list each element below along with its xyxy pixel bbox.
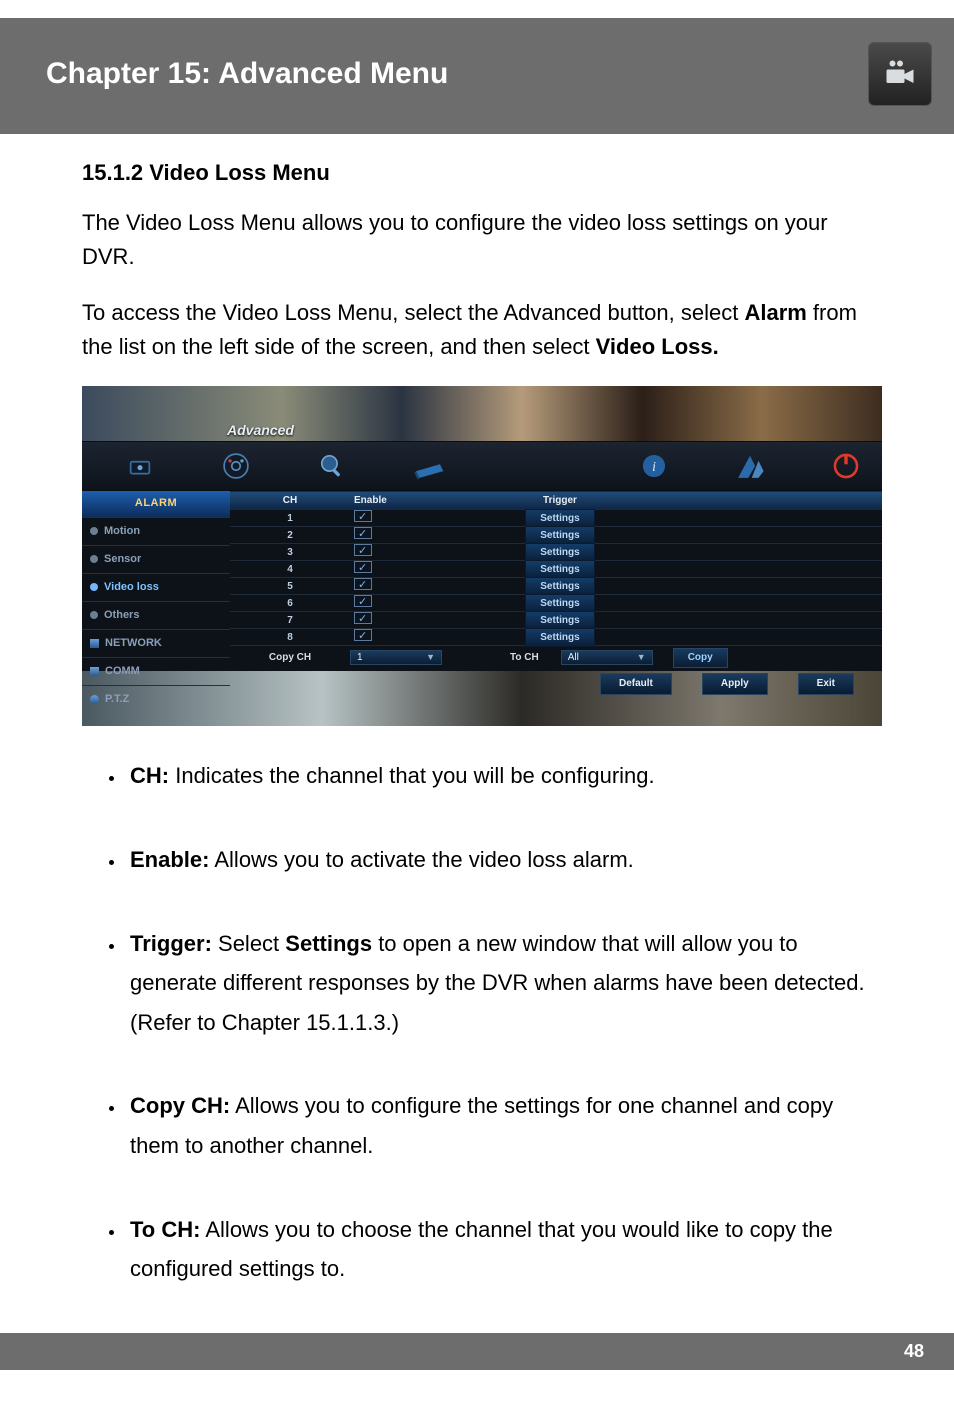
dvr-screenshot: Advanced i (82, 386, 882, 726)
table-row: 3 Settings (230, 543, 882, 560)
camera-icon (868, 42, 932, 106)
sidebar-item-motion[interactable]: Motion (82, 517, 230, 545)
copy-row: Copy CH 1 ▼ To CH All ▼ Copy (230, 645, 882, 667)
sidebar-item-label: Video loss (104, 579, 159, 596)
copy-ch-label: Copy CH (230, 650, 350, 666)
enable-checkbox[interactable] (354, 527, 372, 539)
copy-ch-value: 1 (357, 650, 363, 666)
cell-ch: 2 (230, 528, 350, 544)
power-tab-icon[interactable] (824, 447, 868, 485)
action-row: Default Apply Exit (230, 667, 882, 695)
term-inner: Settings (285, 931, 372, 956)
enable-checkbox[interactable] (354, 612, 372, 624)
svg-text:i: i (652, 460, 656, 475)
sidebar-item-label: COMM (105, 663, 140, 680)
table-row: 2 Settings (230, 526, 882, 543)
sidebar-heading: ALARM (82, 491, 230, 516)
trigger-settings-button[interactable]: Settings (525, 628, 594, 648)
cell-ch: 7 (230, 613, 350, 629)
alarm-tab-icon[interactable] (118, 447, 162, 485)
col-header-ch: CH (230, 493, 350, 509)
to-ch-value: All (568, 650, 579, 666)
hdd-tab-icon[interactable] (406, 447, 450, 485)
default-button[interactable]: Default (600, 673, 672, 695)
definition: Allows you to activate the video loss al… (209, 847, 633, 872)
photo-backdrop-top (82, 386, 882, 441)
definition: Allows you to choose the channel that yo… (130, 1217, 833, 1282)
table-row: 8 Settings (230, 628, 882, 645)
list-item: CH: Indicates the channel that you will … (126, 756, 882, 796)
chapter-title: Chapter 15: Advanced Menu (46, 57, 448, 91)
sidebar-item-ptz[interactable]: P.T.Z (82, 685, 230, 713)
term: Trigger: (130, 931, 212, 956)
exit-tab-icon[interactable] (728, 447, 772, 485)
definition: Allows you to configure the settings for… (130, 1093, 833, 1158)
list-item: To CH: Allows you to choose the channel … (126, 1210, 882, 1289)
section-heading: 15.1.2 Video Loss Menu (82, 156, 882, 190)
chapter-header: Chapter 15: Advanced Menu (0, 0, 954, 134)
col-header-enable: Enable (350, 493, 470, 509)
to-ch-select[interactable]: All ▼ (561, 650, 653, 665)
search-tab-icon[interactable] (310, 447, 354, 485)
enable-checkbox[interactable] (354, 510, 372, 522)
definition-list: CH: Indicates the channel that you will … (82, 756, 882, 1288)
enable-checkbox[interactable] (354, 578, 372, 590)
sidebar-item-others[interactable]: Others (82, 601, 230, 629)
enable-checkbox[interactable] (354, 629, 372, 641)
sidebar-item-label: NETWORK (105, 635, 162, 652)
sidebar-item-network[interactable]: NETWORK (82, 629, 230, 657)
cell-ch: 5 (230, 579, 350, 595)
copy-button[interactable]: Copy (673, 648, 728, 668)
term: CH: (130, 763, 169, 788)
exit-button[interactable]: Exit (798, 673, 854, 695)
intro-paragraph: The Video Loss Menu allows you to config… (82, 206, 882, 274)
sidebar-item-label: Motion (104, 523, 140, 540)
list-item: Trigger: Select Settings to open a new w… (126, 924, 882, 1043)
table-row: 1 Settings (230, 509, 882, 526)
page-number: 48 (0, 1333, 954, 1370)
chevron-down-icon: ▼ (426, 651, 435, 665)
access-text-1: To access the Video Loss Menu, select th… (82, 300, 744, 325)
sidebar-item-comm[interactable]: COMM (82, 657, 230, 685)
table-row: 6 Settings (230, 594, 882, 611)
table-header-row: CH Enable Trigger (230, 491, 882, 509)
record-tab-icon[interactable] (214, 447, 258, 485)
channel-table: CH Enable Trigger 1 Settings 2 S (230, 491, 882, 671)
cell-ch: 1 (230, 511, 350, 527)
table-row: 7 Settings (230, 611, 882, 628)
enable-checkbox[interactable] (354, 561, 372, 573)
to-ch-label: To CH (510, 650, 539, 666)
sidebar-item-videoloss[interactable]: Video loss (82, 573, 230, 601)
term: Copy CH: (130, 1093, 230, 1118)
cell-ch: 3 (230, 545, 350, 561)
table-row: 4 Settings (230, 560, 882, 577)
chevron-down-icon: ▼ (637, 651, 646, 665)
list-item: Copy CH: Allows you to configure the set… (126, 1086, 882, 1165)
enable-checkbox[interactable] (354, 595, 372, 607)
definition-pre: Select (212, 931, 285, 956)
info-tab-icon[interactable]: i (632, 447, 676, 485)
term: Enable: (130, 847, 209, 872)
access-bold-videoloss: Video Loss. (596, 334, 719, 359)
term: To CH: (130, 1217, 200, 1242)
toolbar: i (82, 441, 882, 491)
table-row: 5 Settings (230, 577, 882, 594)
access-paragraph: To access the Video Loss Menu, select th… (82, 296, 882, 364)
cell-ch: 8 (230, 630, 350, 646)
sidebar-item-label: Sensor (104, 551, 141, 568)
list-item: Enable: Allows you to activate the video… (126, 840, 882, 880)
cell-ch: 6 (230, 596, 350, 612)
window-title: Advanced (227, 420, 294, 442)
cell-ch: 4 (230, 562, 350, 578)
enable-checkbox[interactable] (354, 544, 372, 556)
access-bold-alarm: Alarm (744, 300, 806, 325)
sidebar: ALARM Motion Sensor Video loss Others NE… (82, 491, 230, 671)
sidebar-item-label: P.T.Z (105, 691, 129, 708)
apply-button[interactable]: Apply (702, 673, 768, 695)
copy-ch-select[interactable]: 1 ▼ (350, 650, 442, 665)
definition: Indicates the channel that you will be c… (169, 763, 655, 788)
col-header-trigger: Trigger (470, 493, 650, 509)
sidebar-item-sensor[interactable]: Sensor (82, 545, 230, 573)
sidebar-item-label: Others (104, 607, 139, 624)
